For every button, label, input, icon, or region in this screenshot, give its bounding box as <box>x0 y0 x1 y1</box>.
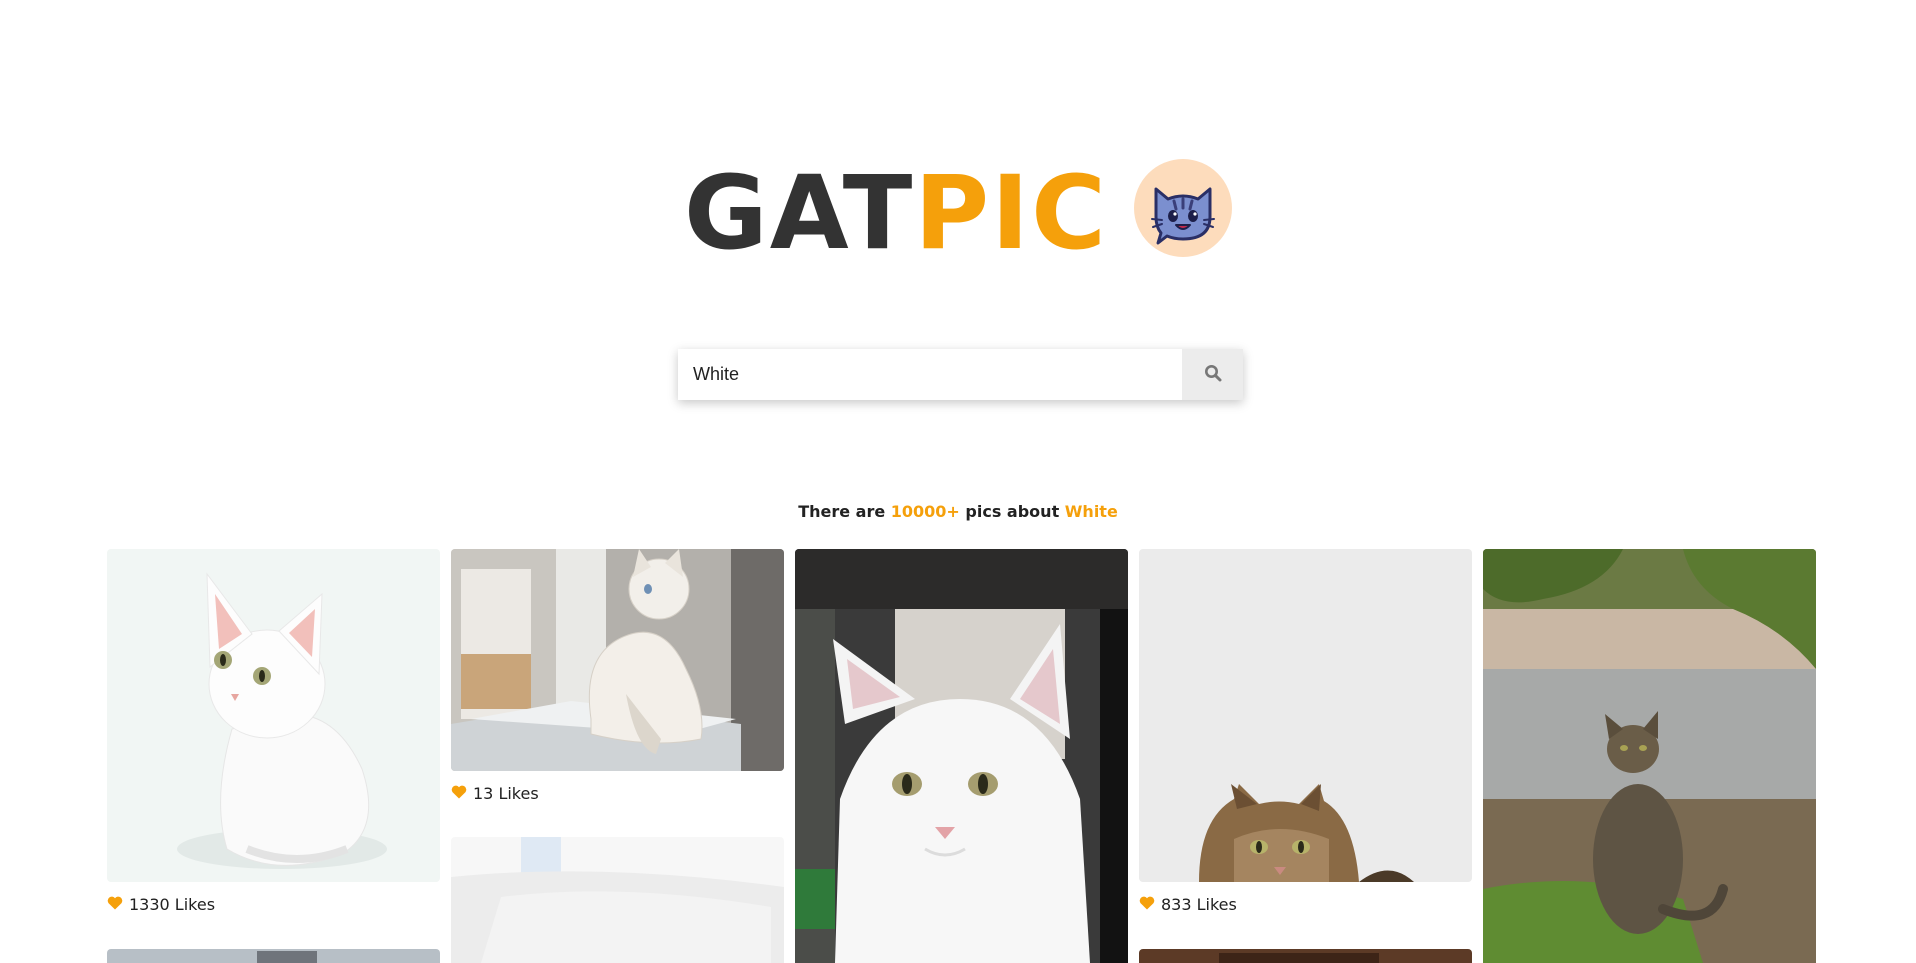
like-count: 13 Likes <box>451 784 539 803</box>
logo-wordmark: GATPIC <box>684 158 1108 270</box>
gallery-photo[interactable] <box>451 549 784 771</box>
logo-text-pic: PIC <box>914 154 1108 273</box>
gatpic-page: GATPIC There <box>0 0 1916 963</box>
gallery-photo[interactable] <box>1483 549 1816 963</box>
search-input[interactable] <box>678 349 1182 400</box>
gallery-photo[interactable] <box>1139 549 1472 882</box>
results-middle: pics about <box>959 502 1065 521</box>
gallery-photo[interactable] <box>795 549 1128 963</box>
heart-icon[interactable] <box>451 784 467 803</box>
cat-chat-icon <box>1133 159 1232 257</box>
like-count: 833 Likes <box>1139 895 1237 914</box>
heart-icon[interactable] <box>107 895 123 914</box>
like-count-label: 13 Likes <box>473 784 539 803</box>
results-prefix: There are <box>798 502 891 521</box>
gallery-photo[interactable] <box>107 949 440 963</box>
site-logo[interactable]: GATPIC <box>0 158 1916 270</box>
search-button[interactable] <box>1182 349 1243 400</box>
like-count: 1330 Likes <box>107 895 215 914</box>
search-bar <box>678 349 1243 400</box>
results-term: White <box>1064 502 1118 521</box>
gallery-photo[interactable] <box>107 549 440 882</box>
heart-icon[interactable] <box>1139 895 1155 914</box>
results-summary: There are 10000+ pics about White <box>0 502 1916 521</box>
gallery-photo[interactable] <box>451 837 784 963</box>
like-count-label: 833 Likes <box>1161 895 1237 914</box>
logo-text-gat: GAT <box>684 154 915 273</box>
gallery-photo[interactable] <box>1139 949 1472 963</box>
like-count-label: 1330 Likes <box>129 895 216 914</box>
results-count: 10000+ <box>890 502 960 521</box>
search-icon <box>1204 364 1222 385</box>
